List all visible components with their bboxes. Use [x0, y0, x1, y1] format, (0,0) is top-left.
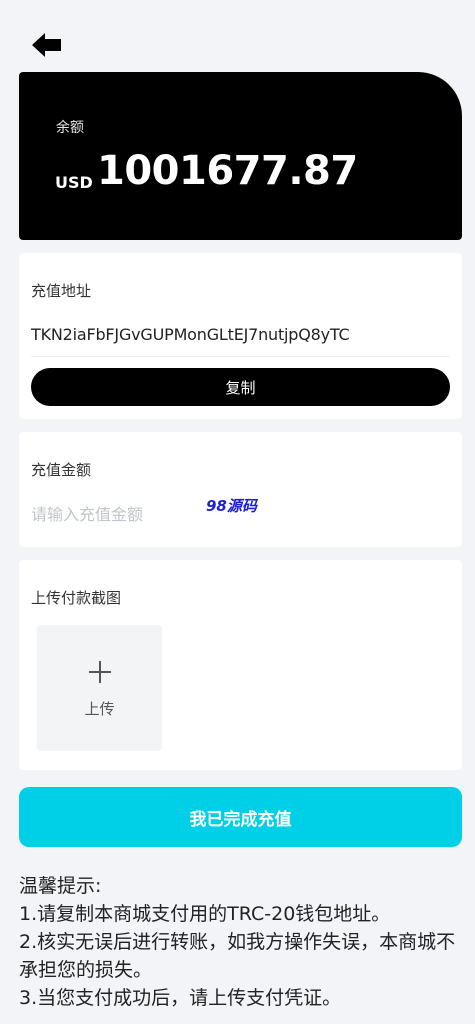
upload-label: 上传: [84, 700, 115, 718]
plus-icon: [89, 661, 111, 683]
tip-item: 3.当您支付成功后，请上传支付凭证。: [19, 987, 342, 1009]
wallet-address: TKN2iaFbFJGvGUPMonGLtEJ7nutjpQ8yTC: [31, 325, 350, 344]
address-panel: 充值地址 TKN2iaFbFJGvGUPMonGLtEJ7nutjpQ8yTC …: [19, 253, 462, 419]
balance-card: 余额 USD 1001677.87: [19, 72, 462, 240]
divider: [31, 356, 450, 357]
submit-recharge-button[interactable]: 我已完成充值: [19, 787, 462, 847]
tip-item: 2.核实无误后进行转账，如我方操作失误，本商城不承担您的损失。: [19, 931, 456, 981]
copy-button[interactable]: 复制: [31, 368, 450, 406]
balance-label: 余额: [56, 120, 84, 136]
watermark-text: 98源码: [206, 497, 257, 515]
tips-section: 温馨提示: 1.请复制本商城支付用的TRC-20钱包地址。 2.核实无误后进行转…: [19, 872, 459, 1012]
amount-title: 充值金额: [31, 461, 92, 479]
balance-currency: USD: [55, 173, 93, 192]
balance-amount: 1001677.87: [97, 148, 358, 194]
tips-title: 温馨提示:: [19, 875, 102, 897]
tip-item: 1.请复制本商城支付用的TRC-20钱包地址。: [19, 903, 391, 925]
amount-input[interactable]: [31, 502, 201, 526]
upload-button[interactable]: 上传: [37, 625, 162, 751]
upload-title: 上传付款截图: [31, 589, 122, 607]
address-title: 充值地址: [31, 282, 92, 300]
arrow-left-icon: [32, 33, 61, 57]
back-button[interactable]: [30, 30, 64, 60]
upload-panel: 上传付款截图 上传: [19, 560, 462, 770]
amount-panel: 充值金额 98源码: [19, 432, 462, 547]
